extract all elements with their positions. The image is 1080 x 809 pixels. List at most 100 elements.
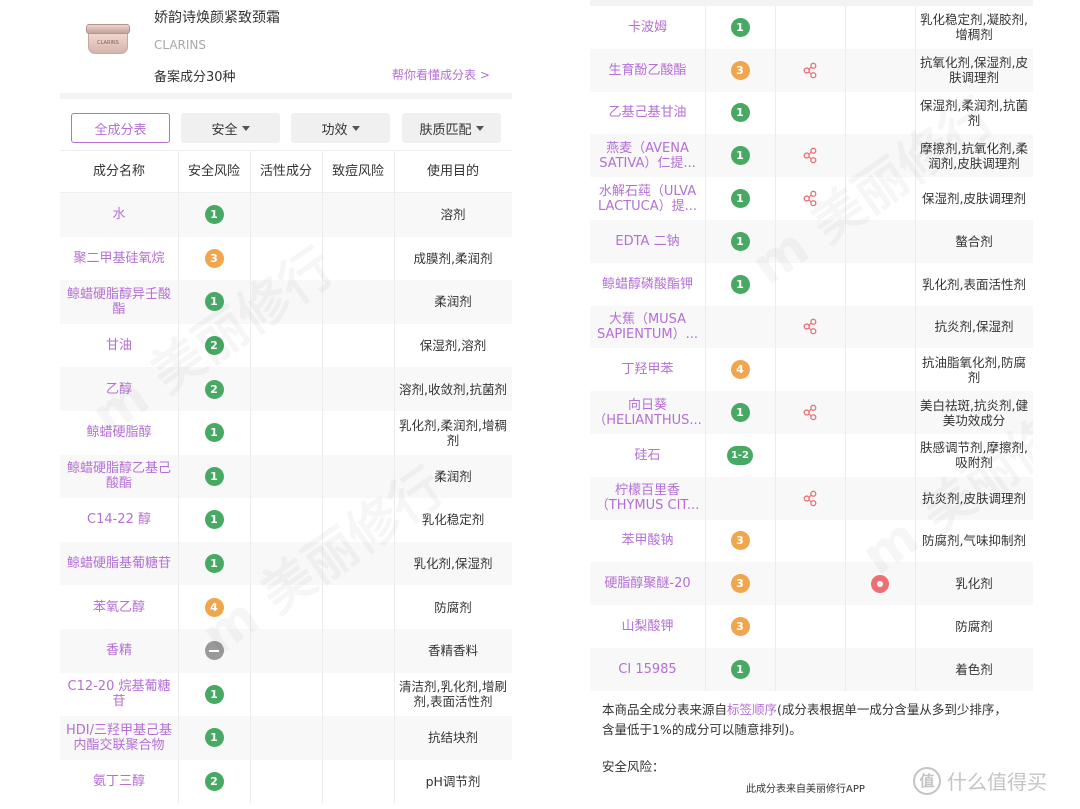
ingredient-name[interactable]: 鲸蜡硬脂醇乙基己酸酯	[60, 455, 178, 499]
tab-all-ingredients[interactable]: 全成分表	[71, 113, 170, 143]
table-row[interactable]: 鲸蜡硬脂醇乙基己酸酯 1 柔润剂	[60, 454, 512, 499]
ingredient-name[interactable]: 硅石	[590, 434, 705, 477]
active-ingredient-icon	[803, 404, 816, 421]
table-row[interactable]: 丁羟甲苯 4 抗油脂氧化剂,防腐剂	[590, 348, 1033, 392]
ingredient-name[interactable]: 大蕉（MUSA SAPIENTUM）...	[590, 306, 705, 349]
product-thumbnail[interactable]: CLARINS	[86, 22, 130, 60]
filter-efficacy-dropdown[interactable]: 功效	[291, 113, 390, 143]
acne-cell	[845, 477, 915, 520]
table-row[interactable]: 向日葵（HELIANTHUS... 1 美白祛斑,抗炎剂,健美功效成分	[590, 391, 1033, 434]
ingredient-name[interactable]: 苯甲酸钠	[590, 520, 705, 563]
table-header: 成分名称 安全风险 活性成分 致痘风险 使用目的	[60, 151, 512, 193]
ingredient-name[interactable]: 乙基己基甘油	[590, 92, 705, 135]
ingredient-name[interactable]: 卡波姆	[590, 6, 705, 49]
table-row[interactable]: 硬脂醇聚醚-20 3 乳化剂	[590, 562, 1033, 606]
filter-skin-match-dropdown[interactable]: 肤质匹配	[402, 113, 501, 143]
table-row[interactable]: HDI/三羟甲基己基内酯交联聚合物 1 抗结块剂	[60, 716, 512, 760]
ingredient-name[interactable]: 燕麦（AVENA SATIVA）仁提...	[590, 134, 705, 177]
ingredient-name[interactable]: 聚二甲基硅氧烷	[60, 237, 178, 281]
table-row[interactable]: 鲸蜡硬脂醇异壬酸酯 1 柔润剂	[60, 280, 512, 324]
active-cell	[250, 585, 322, 629]
table-row[interactable]: 乙基己基甘油 1 保湿剂,柔润剂,抗菌剂	[590, 91, 1033, 135]
safety-cell: 1	[178, 411, 250, 455]
ingredient-name[interactable]: 水解石莼（ULVA LACTUCA）提...	[590, 177, 705, 220]
ingredient-name[interactable]: 鲸蜡硬脂醇	[60, 411, 178, 455]
tab-all-label: 全成分表	[94, 122, 147, 138]
caret-down-icon	[241, 125, 250, 131]
table-row[interactable]: 香精 香精香料	[60, 628, 512, 673]
safety-cell: 1	[178, 716, 250, 760]
table-row[interactable]: C14-22 醇 1 乳化稳定剂	[60, 498, 512, 542]
table-row[interactable]: 鲸蜡硬脂醇 1 乳化剂,柔润剂,增稠剂	[60, 410, 512, 455]
table-row[interactable]: 氨丁三醇 2 pH调节剂	[60, 759, 512, 804]
ingredient-name[interactable]: 苯氧乙醇	[60, 585, 178, 629]
table-row[interactable]: 苯甲酸钠 3 防腐剂,气味抑制剂	[590, 519, 1033, 563]
table-row[interactable]: 水 1 溶剂	[60, 193, 512, 237]
ingredient-name[interactable]: 鲸蜡醇磷酸酯钾	[590, 263, 705, 306]
footnote-before: 本商品全成分表来源自	[602, 702, 728, 717]
acne-cell	[322, 542, 394, 586]
table-row[interactable]: 水解石莼（ULVA LACTUCA）提... 1 保湿剂,皮肤调理剂	[590, 177, 1033, 220]
table-row[interactable]: 甘油 2 保湿剂,溶剂	[60, 323, 512, 368]
acne-cell	[845, 348, 915, 391]
table-row[interactable]: 卡波姆 1 乳化稳定剂,凝胶剂,增稠剂	[590, 6, 1033, 49]
usage-purpose: 着色剂	[955, 661, 993, 677]
acne-risk-icon	[871, 574, 889, 593]
ingredient-name[interactable]: 丁羟甲苯	[590, 348, 705, 391]
safety-risk-badge: 2	[204, 772, 224, 792]
ingredient-name[interactable]: EDTA 二钠	[590, 220, 705, 263]
column-header-purpose: 使用目的	[426, 164, 479, 179]
usage-purpose: 防腐剂,气味抑制剂	[922, 533, 1026, 549]
ingredient-name[interactable]: 硬脂醇聚醚-20	[590, 562, 705, 605]
ingredient-name[interactable]: 鲸蜡硬脂基葡糖苷	[60, 542, 178, 586]
usage-purpose: 成膜剂,柔润剂	[413, 250, 493, 266]
ingredient-name[interactable]: 氨丁三醇	[60, 760, 178, 804]
table-row[interactable]: 山梨酸钾 3 防腐剂	[590, 605, 1033, 648]
active-cell	[775, 434, 845, 477]
usage-purpose: 抗炎剂,皮肤调理剂	[922, 490, 1026, 506]
safety-cell: 1	[705, 220, 775, 263]
table-row[interactable]: 生育酚乙酸酯 3 抗氧化剂,保湿剂,皮肤调理剂	[590, 48, 1033, 92]
acne-cell	[322, 673, 394, 717]
ingredient-name[interactable]: C12-20 烷基葡糖苷	[60, 673, 178, 717]
usage-purpose: 乳化稳定剂	[421, 512, 485, 528]
active-cell	[250, 193, 322, 237]
table-row[interactable]: 硅石 1-2 肤感调节剂,摩擦剂,吸附剂	[590, 433, 1033, 477]
ingredient-name[interactable]: 水	[60, 193, 178, 237]
acne-cell	[322, 367, 394, 411]
safety-cell: 1	[705, 648, 775, 691]
safety-risk-badge: 1	[730, 403, 750, 423]
ingredient-name[interactable]: 鲸蜡硬脂醇异壬酸酯	[60, 280, 178, 324]
ingredient-table-right: 卡波姆 1 乳化稳定剂,凝胶剂,增稠剂 生育酚乙酸酯 3 抗氧化剂,保湿剂,皮肤调理剂 乙基…	[590, 6, 1033, 691]
table-row[interactable]: EDTA 二钠 1 螯合剂	[590, 219, 1033, 263]
ingredient-name[interactable]: 山梨酸钾	[590, 605, 705, 648]
active-cell	[775, 477, 845, 520]
safety-risk-badge: 1-2	[727, 445, 753, 465]
ingredient-name[interactable]: 向日葵（HELIANTHUS...	[590, 391, 705, 434]
table-row[interactable]: 苯氧乙醇 4 防腐剂	[60, 585, 512, 629]
table-row[interactable]: 乙醇 2 溶剂,收敛剂,抗菌剂	[60, 367, 512, 411]
safety-cell: 3	[705, 520, 775, 563]
ingredient-name[interactable]: 乙醇	[60, 367, 178, 411]
help-read-ingredients-link[interactable]: 帮你看懂成分表 >	[392, 66, 490, 83]
table-row[interactable]: 柠檬百里香（THYMUS CIT... 抗炎剂,皮肤调理剂	[590, 476, 1033, 520]
ingredient-name[interactable]: 柠檬百里香（THYMUS CIT...	[590, 477, 705, 520]
ingredient-name[interactable]: C14-22 醇	[60, 498, 178, 542]
ingredient-name[interactable]: HDI/三羟甲基己基内酯交联聚合物	[60, 716, 178, 760]
safety-risk-badge: 2	[204, 379, 224, 399]
ingredient-name[interactable]: 甘油	[60, 324, 178, 368]
ingredient-name[interactable]: 生育酚乙酸酯	[590, 49, 705, 92]
table-row[interactable]: 大蕉（MUSA SAPIENTUM）... 抗炎剂,保湿剂	[590, 305, 1033, 349]
ingredient-name[interactable]: CI 15985	[590, 648, 705, 691]
safety-cell: 1	[178, 673, 250, 717]
label-order-link[interactable]: 标签顺序	[727, 702, 777, 717]
table-row[interactable]: CI 15985 1 着色剂	[590, 647, 1033, 691]
table-row[interactable]: 燕麦（AVENA SATIVA）仁提... 1 摩擦剂,抗氧化剂,柔润剂,皮肤调理剂	[590, 134, 1033, 178]
active-cell	[250, 280, 322, 324]
table-row[interactable]: 鲸蜡醇磷酸酯钾 1 乳化剂,表面活性剂	[590, 262, 1033, 306]
ingredient-name[interactable]: 香精	[60, 629, 178, 673]
table-row[interactable]: C12-20 烷基葡糖苷 1 清洁剂,乳化剂,增刷剂,表面活性剂	[60, 672, 512, 717]
filter-safety-dropdown[interactable]: 安全	[181, 113, 280, 143]
table-row[interactable]: 聚二甲基硅氧烷 3 成膜剂,柔润剂	[60, 236, 512, 281]
table-row[interactable]: 鲸蜡硬脂基葡糖苷 1 乳化剂,保湿剂	[60, 541, 512, 586]
